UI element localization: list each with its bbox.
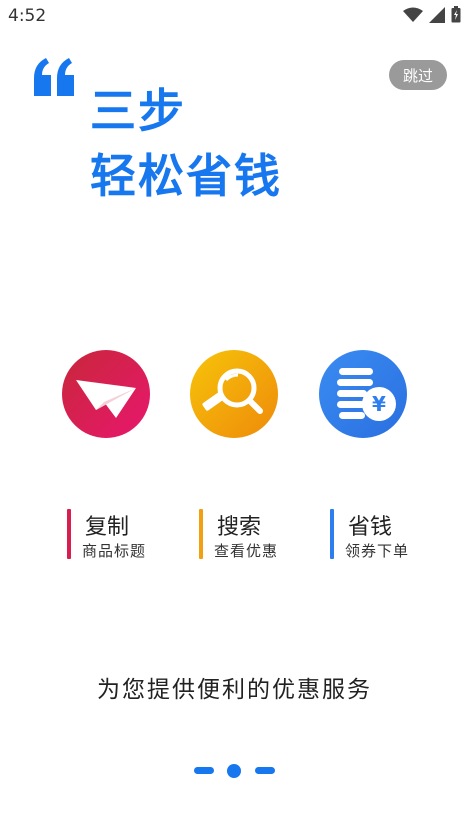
quote-mark-icon <box>34 58 74 96</box>
page-indicator <box>0 762 469 778</box>
magnifier-icon <box>190 350 278 438</box>
step-copy-subtitle: 商品标题 <box>82 542 147 560</box>
svg-text:¥: ¥ <box>372 392 386 416</box>
step-copy-bar <box>67 509 71 559</box>
step-save-title: 省钱 <box>348 515 393 540</box>
headline-line-2: 轻松省钱 <box>90 149 282 203</box>
step-search-subtitle: 查看优惠 <box>214 542 279 560</box>
step-copy-title: 复制 <box>85 515 130 540</box>
paper-plane-icon <box>62 350 150 438</box>
battery-icon <box>451 6 461 23</box>
step-copy: 复制 商品标题 <box>67 509 187 561</box>
status-time: 4:52 <box>8 6 47 26</box>
step-save-bar <box>330 509 334 559</box>
page-dot-1[interactable] <box>194 767 214 774</box>
skip-button[interactable]: 跳过 <box>389 60 447 90</box>
step-search: 搜索 查看优惠 <box>199 509 319 561</box>
page-dot-3[interactable] <box>255 767 275 774</box>
tagline: 为您提供便利的优惠服务 <box>97 677 372 703</box>
step-save-subtitle: 领券下单 <box>345 542 410 560</box>
wifi-icon <box>403 7 423 22</box>
status-icons <box>403 6 461 23</box>
step-save: 省钱 领券下单 <box>330 509 450 561</box>
step-search-bar <box>199 509 203 559</box>
coins-yen-icon: ¥ <box>319 350 407 438</box>
signal-icon <box>429 6 445 23</box>
step-search-title: 搜索 <box>217 515 262 540</box>
headline-line-1: 三步 <box>90 84 186 138</box>
page-dot-2-active[interactable] <box>227 764 241 778</box>
status-bar: 4:52 <box>0 0 469 32</box>
